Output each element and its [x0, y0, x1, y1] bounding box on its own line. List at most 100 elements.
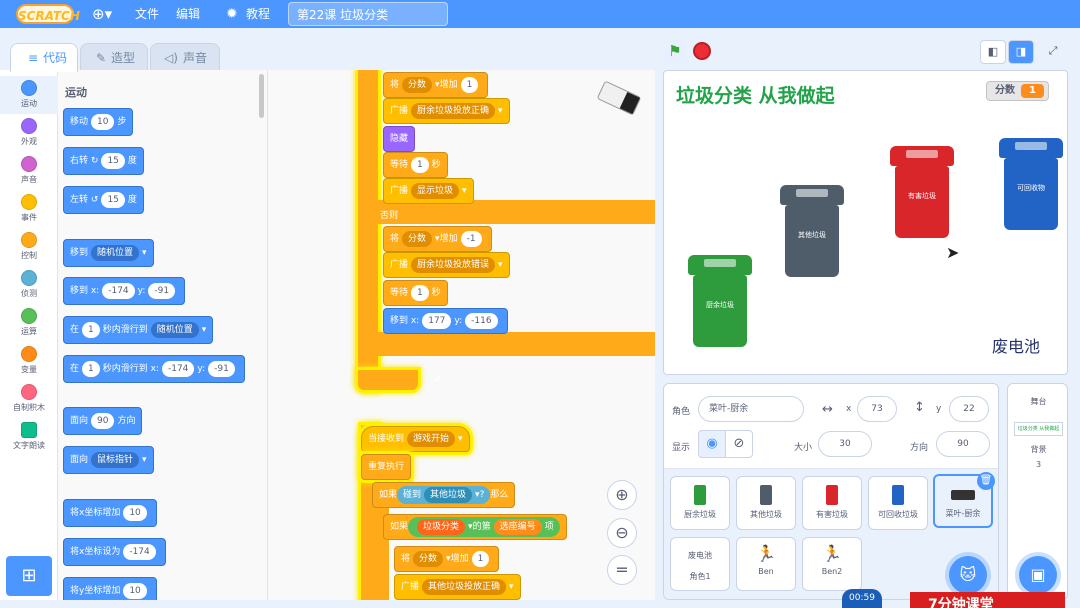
fullscreen-button[interactable]: ⤢ — [1040, 40, 1066, 64]
lightbulb-icon[interactable]: ✹ — [226, 0, 238, 28]
trash-icon[interactable]: 🗑 — [977, 472, 995, 490]
block-if-equals[interactable]: 如果 垃圾分类 ▾的第 选座编号项 — [383, 514, 567, 540]
add-sprite-button[interactable]: 🐱 — [949, 556, 987, 594]
palette-scrollbar[interactable] — [259, 74, 264, 118]
block-broadcast-1[interactable]: 广播 厨余垃圾投放正确 ▾ — [383, 98, 510, 124]
if-touch-frame[interactable] — [375, 494, 389, 600]
sprite-name-input[interactable]: 菜叶-厨余 — [698, 396, 804, 422]
category-variables[interactable]: 变量 — [0, 342, 58, 380]
sprite-tile-hazardous[interactable]: 有害垃圾 — [802, 476, 862, 530]
sprite-tile-ben2[interactable]: 🏃 Ben2 — [802, 537, 862, 591]
sprite-tile-ben[interactable]: 🏃 Ben — [736, 537, 796, 591]
sprite-tile-recyclable[interactable]: 可回收垃圾 — [868, 476, 928, 530]
menu-tutorials[interactable]: 教程 — [246, 0, 270, 28]
block-turn-left[interactable]: 左转 ↺ 15 度 — [63, 186, 144, 214]
zoom-out-button[interactable]: ⊖ — [607, 518, 637, 548]
bin-other[interactable]: 其他垃圾 — [780, 185, 844, 277]
palette-section-title: 运动 — [65, 86, 87, 99]
block-change-score-3[interactable]: 将分数 ▾增加 1 — [394, 546, 500, 572]
text-to-speech-icon — [21, 422, 37, 438]
block-change-score-1[interactable]: 将分数 ▾增加 1 — [383, 72, 489, 98]
category-motion[interactable]: 运动 — [0, 76, 58, 114]
category-looks[interactable]: 外观 — [0, 114, 58, 152]
size-input[interactable]: 30 — [818, 431, 872, 457]
sprite-tile-leaf-selected[interactable]: 菜叶-厨余 🗑 — [933, 472, 995, 528]
x-input[interactable]: 73 — [857, 396, 897, 422]
block-hide[interactable]: 隐藏 — [383, 126, 416, 152]
block-wait-2[interactable]: 等待 1 秒 — [383, 280, 448, 306]
rotate-right-icon: ↻ — [90, 156, 99, 166]
bin-kitchen[interactable]: 厨余垃圾 — [688, 255, 752, 347]
block-broadcast-3[interactable]: 广播 厨余垃圾投放错误 ▾ — [383, 252, 510, 278]
sprite-label: 角色 — [672, 407, 691, 417]
block-wait-1[interactable]: 等待 1 秒 — [383, 152, 448, 178]
block-change-y[interactable]: 将y坐标增加 10 — [63, 577, 157, 600]
scratch-logo[interactable]: SCRATCH — [16, 4, 80, 24]
block-goto[interactable]: 移到 随机位置 ▾ — [63, 239, 154, 267]
backdrop-thumbnail[interactable]: 垃圾分类 从我做起 — [1014, 422, 1063, 436]
dragged-sprite-icon — [596, 80, 642, 116]
block-broadcast-4[interactable]: 广播 其他垃圾投放正确 ▾ — [394, 574, 521, 600]
block-change-score-2[interactable]: 将分数 ▾增加 -1 — [383, 226, 492, 252]
operators-dot-icon — [21, 308, 37, 324]
forever-bottom-frame[interactable] — [358, 370, 418, 390]
block-broadcast-2[interactable]: 广播 显示垃圾 ▾ — [383, 178, 474, 204]
zoom-reset-button[interactable]: = — [607, 555, 637, 585]
menu-file[interactable]: 文件 — [135, 0, 159, 28]
category-control[interactable]: 控制 — [0, 228, 58, 266]
sprite-tile-kitchen[interactable]: 厨余垃圾 — [670, 476, 730, 530]
normal-stage-button[interactable]: ◨ — [1008, 40, 1034, 64]
tab-code[interactable]: ≡ 代码 — [10, 43, 78, 72]
block-glide[interactable]: 在 1 秒内滑行到 随机位置 ▾ — [63, 316, 214, 344]
category-text-to-speech[interactable]: 文字朗读 — [0, 418, 58, 456]
stop-button[interactable] — [693, 42, 711, 60]
show-hidden-button[interactable]: ⊘ — [725, 430, 753, 458]
block-point-direction[interactable]: 面向 90 方向 — [63, 407, 143, 435]
menu-edit[interactable]: 编辑 — [176, 0, 200, 28]
small-stage-button[interactable]: ◧ — [980, 40, 1006, 64]
block-point-towards[interactable]: 面向 鼠标指针 ▾ — [63, 446, 154, 474]
sprite-tile-other[interactable]: 其他垃圾 — [736, 476, 796, 530]
person-icon: 🏃 — [822, 544, 842, 563]
stage-backdrop-panel[interactable]: 舞台 垃圾分类 从我做起 背景 3 ▣ — [1007, 383, 1068, 600]
script-area[interactable]: 将分数 ▾增加 1 广播 厨余垃圾投放正确 ▾ 隐藏 等待 1 秒 广播 显示垃圾 ▾ 否则 将… — [268, 70, 655, 600]
timer-badge: 00:59 — [842, 589, 882, 608]
block-change-x[interactable]: 将x坐标增加 10 — [63, 499, 157, 527]
block-move-steps[interactable]: 移动 10 步 — [63, 108, 134, 136]
zoom-in-button[interactable]: ⊕ — [607, 480, 637, 510]
rotate-left-icon: ↺ — [90, 195, 99, 205]
tab-sounds[interactable]: ◁) 声音 — [150, 43, 220, 71]
block-set-x[interactable]: 将x坐标设为 -174 — [63, 538, 166, 566]
block-if-touching[interactable]: 如果 碰到 其他垃圾 ▾? 那么 — [372, 482, 516, 508]
green-flag-button[interactable]: ⚑ — [664, 40, 686, 62]
bin-recyclable[interactable]: 可回收物 — [999, 138, 1063, 230]
add-backdrop-button[interactable]: ▣ — [1019, 556, 1057, 594]
normal-stage-icon: ◨ — [1015, 45, 1027, 58]
y-input[interactable]: 22 — [949, 396, 989, 422]
events-dot-icon — [21, 194, 37, 210]
project-title-input[interactable]: 第22课 垃圾分类 — [288, 2, 448, 26]
block-goto-xy[interactable]: 移到 x: -174 y: -91 — [63, 277, 186, 305]
eye-slash-icon: ⊘ — [733, 436, 745, 451]
category-sound[interactable]: 声音 — [0, 152, 58, 190]
category-sensing[interactable]: 侦测 — [0, 266, 58, 304]
category-events[interactable]: 事件 — [0, 190, 58, 228]
globe-icon[interactable]: ⊕▾ — [92, 0, 112, 28]
stage[interactable]: 垃圾分类 从我做起 分数 1 厨余垃圾 其他垃圾 有害垃圾 可回收物 废电池 ➤ — [663, 70, 1068, 375]
block-when-receive[interactable]: 当接收到 游戏开始 ▾ — [361, 426, 470, 452]
block-glide-xy[interactable]: 在 1 秒内滑行到 x: -174 y: -91 — [63, 355, 245, 383]
block-turn-right[interactable]: 右转 ↻ 15 度 — [63, 147, 144, 175]
if-bottom-arm[interactable] — [374, 332, 655, 356]
category-my-blocks[interactable]: 自制积木 — [0, 380, 58, 418]
sprite-tile-battery[interactable]: 废电池 角色1 — [670, 537, 730, 591]
show-visible-button[interactable]: ◉ — [698, 430, 726, 458]
category-operators[interactable]: 运算 — [0, 304, 58, 342]
battery-sprite-label[interactable]: 废电池 — [992, 333, 1040, 357]
scratch-editor: SCRATCH ⊕▾ 文件 编辑 ✹ 教程 第22课 垃圾分类 ≡ 代码 ✎ 造型 … — [0, 0, 1080, 608]
tab-costumes[interactable]: ✎ 造型 — [80, 43, 148, 71]
block-goto-xy-script[interactable]: 移到 x: 177 y: -116 — [383, 308, 508, 334]
add-extension-button[interactable]: ⊞ — [6, 556, 52, 596]
bin-hazardous[interactable]: 有害垃圾 — [890, 146, 954, 238]
block-forever[interactable]: 重复执行 — [361, 454, 412, 480]
direction-input[interactable]: 90 — [936, 431, 990, 457]
